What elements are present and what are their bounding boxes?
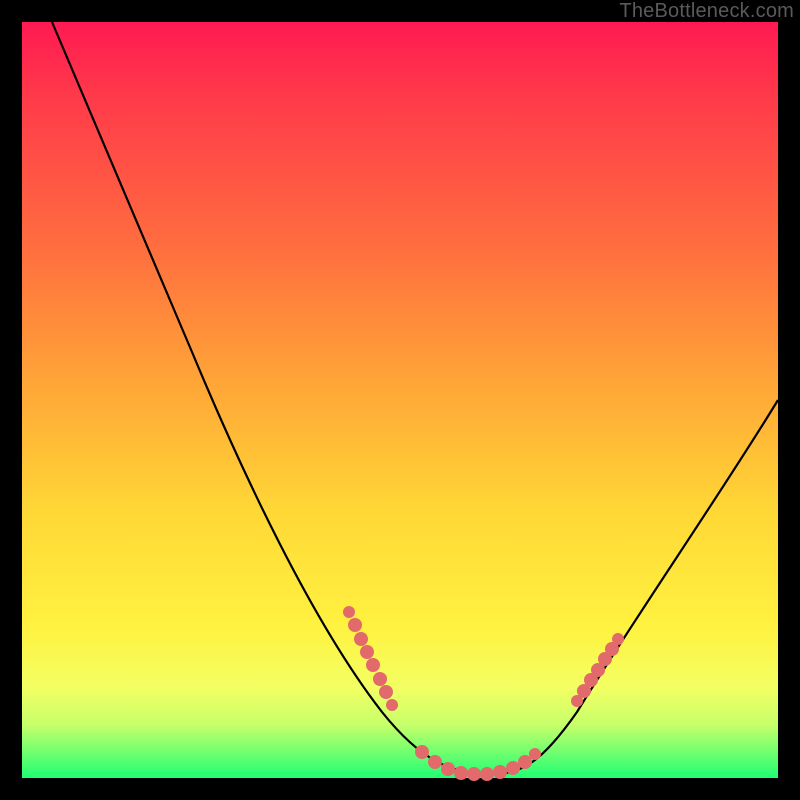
watermark-text: TheBottleneck.com	[619, 0, 794, 23]
bottleneck-curve-path	[52, 22, 778, 774]
marker-cluster-bottom	[415, 745, 541, 781]
bottleneck-curve-svg	[22, 22, 778, 778]
chart-frame	[22, 22, 778, 778]
marker-cluster-right	[571, 633, 624, 707]
